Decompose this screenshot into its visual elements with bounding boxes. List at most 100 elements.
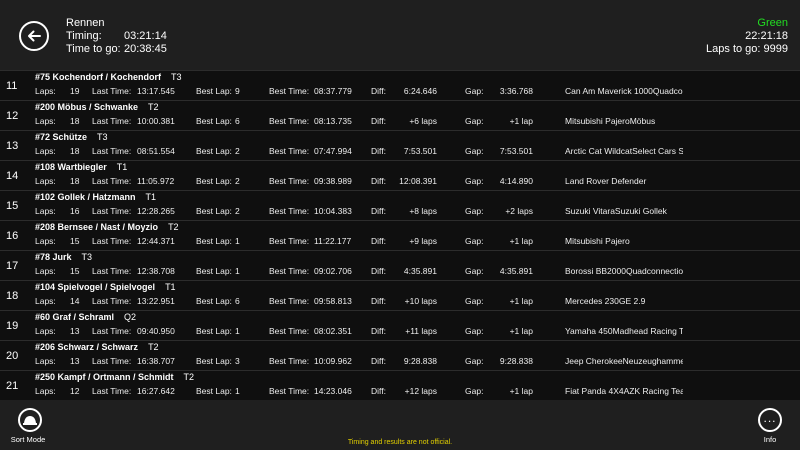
best-lap-value: 9 bbox=[235, 86, 240, 96]
laps-value: 19 bbox=[70, 86, 80, 96]
best-lap-value: 2 bbox=[235, 146, 240, 156]
vehicle-value: Can Am Maverick 1000Quadco bbox=[565, 86, 683, 96]
gap-label: Gap: bbox=[465, 356, 484, 366]
last-time-value: 10:00.381 bbox=[137, 116, 175, 126]
entry-class: T3 bbox=[171, 72, 182, 82]
entry-names: #104 Spielvogel / Spielvogel bbox=[35, 282, 156, 292]
table-row[interactable]: 17 #78 Jurk T3 Laps: 15 Last Time: 12:38.708 Be… bbox=[0, 250, 800, 280]
app-bar: Sort Mode Timing and results are not off… bbox=[0, 400, 800, 450]
gap-label: Gap: bbox=[465, 146, 484, 156]
position: 11 bbox=[6, 80, 18, 92]
entry-title: #208 Bernsee / Nast / Moyzio T2 bbox=[35, 222, 179, 233]
header-bar: Rennen Timing: 03:21:14 Time to go: 20:3… bbox=[0, 0, 800, 70]
best-time-label: Best Time: bbox=[269, 356, 310, 366]
best-time-label: Best Time: bbox=[269, 236, 310, 246]
best-time-label: Best Time: bbox=[269, 266, 310, 276]
table-row[interactable]: 19 #60 Graf / Schraml Q2 Laps: 13 Last Time: 0… bbox=[0, 310, 800, 340]
laps-label: Laps: bbox=[35, 266, 56, 276]
entry-names: #60 Graf / Schraml bbox=[35, 312, 115, 322]
best-lap-label: Best Lap: bbox=[196, 86, 232, 96]
best-lap-value: 2 bbox=[235, 176, 240, 186]
last-time-value: 16:27.642 bbox=[137, 386, 175, 396]
table-row[interactable]: 20 #206 Schwarz / Schwarz T2 Laps: 13 Last Ti… bbox=[0, 340, 800, 370]
diff-label: Diff: bbox=[371, 326, 386, 336]
diff-value: 12:08.391 bbox=[399, 176, 437, 186]
gap-label: Gap: bbox=[465, 266, 484, 276]
last-time-label: Last Time: bbox=[92, 176, 132, 186]
entry-class: T3 bbox=[97, 132, 108, 142]
disclaimer: Timing and results are not official. bbox=[347, 439, 453, 446]
entry-title: #60 Graf / Schraml Q2 bbox=[35, 312, 136, 323]
vehicle-value: Borossi BB2000Quadconnection bbox=[565, 266, 683, 276]
gap-value: +1 lap bbox=[509, 116, 533, 126]
best-lap-label: Best Lap: bbox=[196, 116, 232, 126]
best-time-value: 07:47.994 bbox=[314, 146, 352, 156]
entry-names: #72 Schütze bbox=[35, 132, 88, 142]
diff-label: Diff: bbox=[371, 176, 386, 186]
last-time-value: 11:05.972 bbox=[137, 176, 175, 186]
best-lap-label: Best Lap: bbox=[196, 266, 232, 276]
entry-class: T3 bbox=[81, 252, 93, 262]
table-row[interactable]: 16 #208 Bernsee / Nast / Moyzio T2 Laps: 15 L… bbox=[0, 220, 800, 250]
vehicle-value: Mitsubishi Pajero bbox=[565, 236, 630, 246]
entry-names: #206 Schwarz / Schwarz bbox=[35, 342, 139, 352]
laps-label: Laps: bbox=[35, 326, 56, 336]
entry-names: #250 Kampf / Ortmann / Schmidt bbox=[35, 372, 174, 382]
entry-names: #208 Bernsee / Nast / Moyzio bbox=[35, 222, 159, 232]
laps-value: 12 bbox=[70, 386, 80, 396]
last-time-label: Last Time: bbox=[92, 386, 132, 396]
best-time-label: Best Time: bbox=[269, 146, 310, 156]
diff-value: 7:53.501 bbox=[403, 146, 437, 156]
best-time-value: 09:38.989 bbox=[314, 176, 352, 186]
laps-value: 13 bbox=[70, 326, 80, 336]
diff-value: 9:28.838 bbox=[403, 356, 437, 366]
last-time-label: Last Time: bbox=[92, 356, 132, 366]
last-time-label: Last Time: bbox=[92, 266, 132, 276]
table-row[interactable]: 21 #250 Kampf / Ortmann / Schmidt T2 Laps: 1… bbox=[0, 370, 800, 400]
last-time-label: Last Time: bbox=[92, 236, 132, 246]
entry-names: #200 Möbus / Schwanke bbox=[35, 102, 139, 112]
best-time-label: Best Time: bbox=[269, 296, 310, 306]
info-button[interactable]: ... bbox=[758, 408, 782, 432]
entry-title: #75 Kochendorf / Kochendorf T3 bbox=[35, 72, 182, 83]
sort-mode-button[interactable] bbox=[18, 408, 42, 432]
last-time-value: 09:40.950 bbox=[137, 326, 175, 336]
best-time-value: 08:37.779 bbox=[314, 86, 352, 96]
best-lap-label: Best Lap: bbox=[196, 296, 232, 306]
best-time-value: 10:09.962 bbox=[314, 356, 352, 366]
gap-value: 4:14.890 bbox=[499, 176, 533, 186]
best-lap-label: Best Lap: bbox=[196, 236, 232, 246]
table-row[interactable]: 13 #72 Schütze T3 Laps: 18 Last Time: 08:51.55… bbox=[0, 130, 800, 160]
best-time-value: 08:13.735 bbox=[314, 116, 352, 126]
best-time-label: Best Time: bbox=[269, 86, 310, 96]
diff-label: Diff: bbox=[371, 266, 386, 276]
best-lap-value: 6 bbox=[235, 296, 240, 306]
best-lap-label: Best Lap: bbox=[196, 146, 232, 156]
entry-title: #250 Kampf / Ortmann / Schmidt T2 bbox=[35, 372, 194, 383]
table-row[interactable]: 11 #75 Kochendorf / Kochendorf T3 Laps: 19 La… bbox=[0, 70, 800, 100]
entry-names: #75 Kochendorf / Kochendorf bbox=[35, 72, 162, 82]
best-lap-label: Best Lap: bbox=[196, 386, 232, 396]
table-row[interactable]: 14 #108 Wartbiegler T1 Laps: 18 Last Time: 11:… bbox=[0, 160, 800, 190]
position: 21 bbox=[6, 380, 19, 392]
entry-class: T1 bbox=[145, 192, 157, 202]
diff-value: +10 laps bbox=[404, 296, 437, 306]
best-lap-label: Best Lap: bbox=[196, 206, 232, 216]
laps-to-go: Laps to go: 9999 bbox=[706, 43, 788, 55]
best-time-value: 14:23.046 bbox=[314, 386, 352, 396]
entry-title: #200 Möbus / Schwanke T2 bbox=[35, 102, 159, 113]
last-time-label: Last Time: bbox=[92, 146, 132, 156]
back-button[interactable] bbox=[19, 21, 49, 51]
laps-label: Laps: bbox=[35, 386, 56, 396]
gap-value: +2 laps bbox=[505, 206, 533, 216]
last-time-value: 12:44.371 bbox=[137, 236, 175, 246]
table-row[interactable]: 15 #102 Gollek / Hatzmann T1 Laps: 16 Last Ti… bbox=[0, 190, 800, 220]
best-time-value: 09:58.813 bbox=[314, 296, 352, 306]
laps-value: 18 bbox=[70, 176, 80, 186]
gap-label: Gap: bbox=[465, 176, 484, 186]
results-table[interactable]: 11 #75 Kochendorf / Kochendorf T3 Laps: 19 La… bbox=[0, 70, 800, 400]
table-row[interactable]: 18 #104 Spielvogel / Spielvogel T1 Laps: 14 L… bbox=[0, 280, 800, 310]
best-time-label: Best Time: bbox=[269, 386, 310, 396]
diff-value: 6:24.646 bbox=[403, 86, 437, 96]
table-row[interactable]: 12 #200 Möbus / Schwanke T2 Laps: 18 Last Tim… bbox=[0, 100, 800, 130]
